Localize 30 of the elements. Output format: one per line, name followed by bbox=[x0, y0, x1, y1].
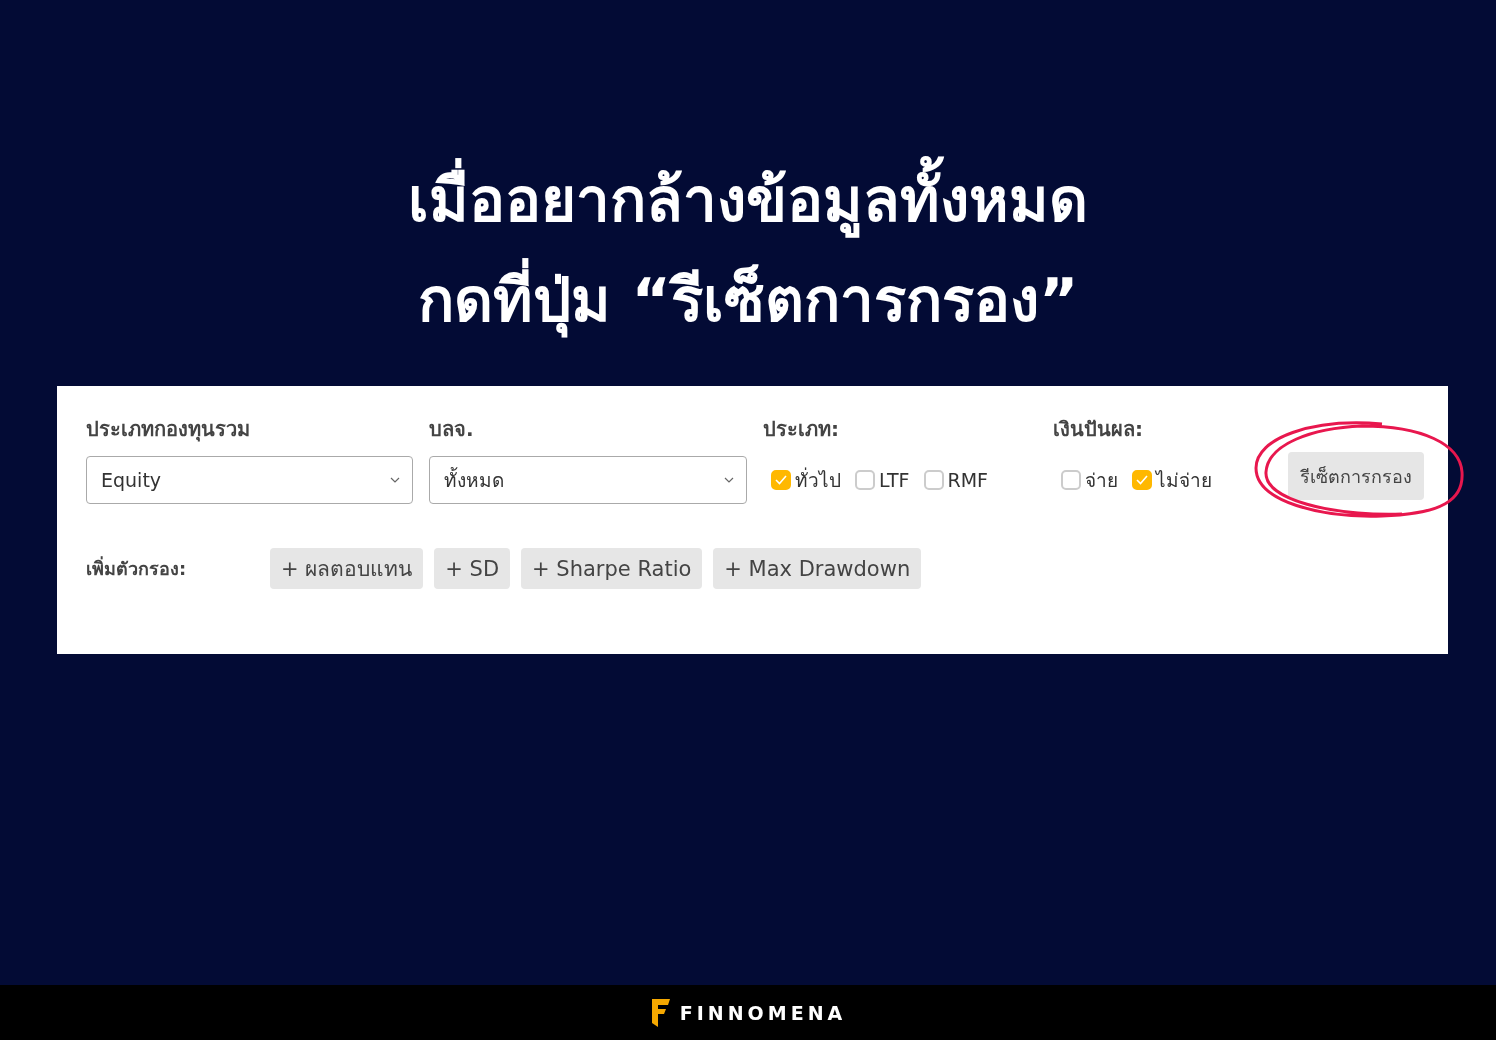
checkbox[interactable] bbox=[1132, 470, 1152, 490]
check-icon bbox=[1136, 475, 1148, 485]
brand-name: FINNOMENA bbox=[679, 1001, 847, 1024]
filter-label: ประเภทกองทุนรวม bbox=[86, 416, 251, 444]
checkbox-option[interactable]: RMF bbox=[923, 469, 989, 491]
reset-filter-button[interactable]: รีเซ็ตการกรอง bbox=[1288, 452, 1424, 500]
checkbox[interactable] bbox=[855, 470, 875, 490]
filter-label: บลจ. bbox=[429, 416, 475, 443]
chevron-down-icon bbox=[390, 477, 400, 483]
add-filter-button[interactable]: + SD bbox=[434, 548, 511, 589]
checkbox-option[interactable]: ทั่วไป bbox=[771, 465, 841, 495]
checkbox[interactable] bbox=[1061, 470, 1081, 490]
checkbox[interactable] bbox=[771, 470, 791, 490]
filter-label: ประเภท: bbox=[763, 416, 840, 443]
filter-label: เงินปันผล: bbox=[1053, 416, 1144, 443]
dropdown[interactable]: Equity bbox=[86, 456, 413, 504]
dropdown[interactable]: ทั้งหมด bbox=[429, 456, 747, 504]
add-filter-button[interactable]: + Sharpe Ratio bbox=[521, 548, 703, 589]
checkbox-option[interactable]: ไม่จ่าย bbox=[1132, 465, 1212, 495]
checkbox[interactable] bbox=[923, 470, 944, 490]
add-filter-button[interactable]: + ผลตอบแทน bbox=[270, 548, 424, 589]
logo-icon bbox=[649, 996, 672, 1029]
check-icon bbox=[775, 475, 787, 485]
slide-heading: กดที่ปุ่ม “รีเซ็ตการกรอง” bbox=[417, 250, 1079, 350]
checkbox-option[interactable]: LTF bbox=[855, 469, 910, 491]
add-filter-label: เพิ่มตัวกรอง: bbox=[86, 555, 188, 581]
chevron-down-icon bbox=[724, 477, 734, 483]
checkbox-option[interactable]: จ่าย bbox=[1061, 465, 1118, 495]
slide-heading: เมื่ออยากล้างข้อมูลทั้งหมด bbox=[408, 150, 1088, 250]
add-filter-button[interactable]: + Max Drawdown bbox=[713, 548, 922, 589]
